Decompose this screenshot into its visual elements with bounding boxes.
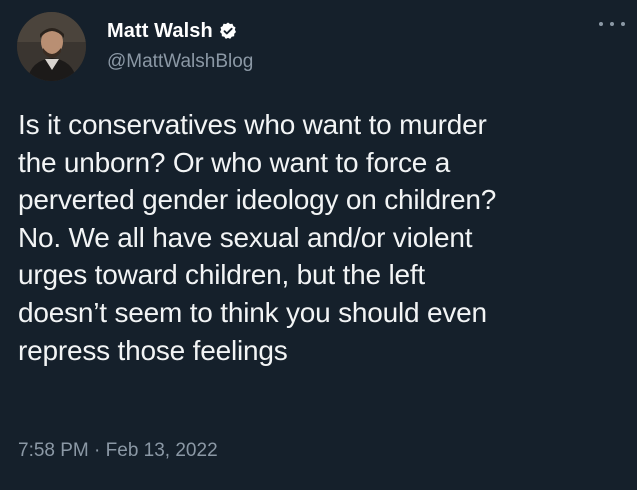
tweet-text: Is it conservatives who want to murder t… [18,109,497,366]
tweet-card: Matt Walsh @MattWalshBlog Is it conserva… [0,0,637,490]
more-options-icon[interactable] [599,14,625,34]
more-dot [599,22,603,26]
author-display-name[interactable]: Matt Walsh [107,20,213,43]
author-handle[interactable]: @MattWalshBlog [107,51,253,73]
verified-badge-icon [218,21,238,41]
more-dot [610,22,614,26]
name-row: Matt Walsh [107,18,253,44]
author-block[interactable]: Matt Walsh @MattWalshBlog [107,18,253,73]
tweet-time: 7:58 PM [18,440,89,461]
tweet-timestamp[interactable]: 7:58 PM · Feb 13, 2022 [18,440,218,462]
timestamp-separator: · [94,440,101,461]
avatar[interactable] [17,12,86,81]
avatar-photo [17,12,86,81]
more-dot [621,22,625,26]
tweet-date: Feb 13, 2022 [105,440,218,461]
